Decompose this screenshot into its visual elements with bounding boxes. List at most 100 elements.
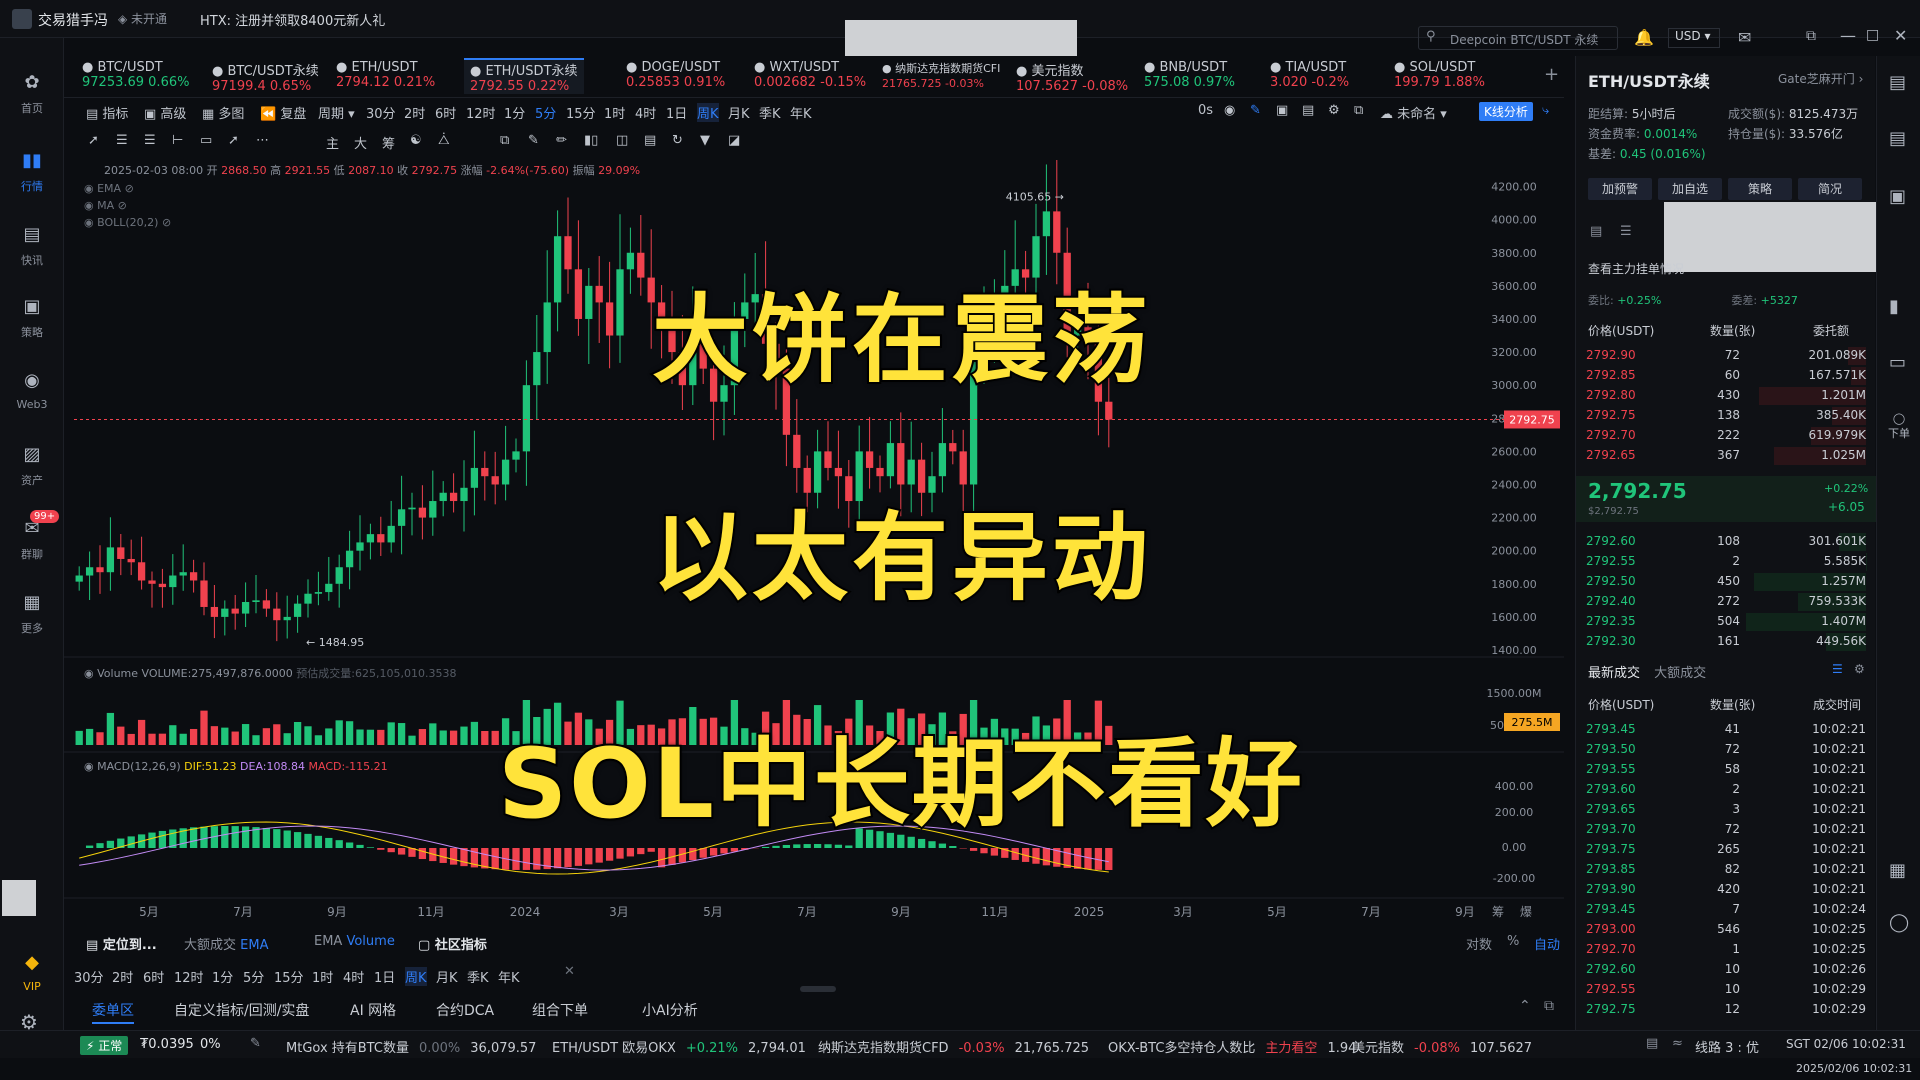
action-button-1[interactable]: 加自选 bbox=[1658, 178, 1722, 200]
nav-strategy[interactable]: ▣ 策略 bbox=[0, 294, 64, 340]
period-tab-12[interactable]: 季K bbox=[759, 103, 781, 122]
calculator-icon[interactable]: ▦ bbox=[1889, 860, 1906, 881]
account-status[interactable]: ◈ 未开通 bbox=[118, 10, 167, 27]
footer-period-tab-4[interactable]: 1分 bbox=[212, 967, 233, 986]
period-tab-4[interactable]: 1分 bbox=[504, 103, 525, 122]
action-button-0[interactable]: 加预警 bbox=[1588, 178, 1652, 200]
footer-period-tab-1[interactable]: 2时 bbox=[112, 967, 133, 986]
ask-row[interactable]: 2792.85 60 167.571K bbox=[1586, 366, 1866, 386]
depth-icon[interactable]: ▮ bbox=[1889, 296, 1899, 317]
doc-icon[interactable]: ▤ bbox=[1889, 128, 1906, 149]
ticker-10[interactable]: ● SOL/USDT 199.79 1.88% bbox=[1394, 60, 1485, 90]
bid-row[interactable]: 2792.55 2 5.585K bbox=[1586, 552, 1866, 572]
bid-row[interactable]: 2792.30 161 449.56K bbox=[1586, 632, 1866, 652]
pen-icon[interactable]: ✎ bbox=[1250, 103, 1261, 118]
period-tab-3[interactable]: 12时 bbox=[466, 103, 496, 122]
brush-icon[interactable]: ✏ bbox=[556, 133, 567, 148]
footer-period-tab-9[interactable]: 1日 bbox=[374, 967, 395, 986]
locate-button[interactable]: ▤ 定位到... bbox=[86, 934, 157, 953]
panel-toggle-icon[interactable]: ▤ bbox=[1889, 72, 1906, 93]
maximize-icon[interactable]: □ bbox=[1866, 27, 1879, 43]
close-periods-icon[interactable]: ✕ bbox=[564, 964, 575, 979]
currency-select[interactable]: USD ▾ bbox=[1668, 28, 1720, 48]
channel-tool-icon[interactable]: ☰ bbox=[144, 133, 156, 148]
screen-icon[interactable]: ▭ bbox=[1889, 352, 1906, 373]
ema-toggle[interactable]: EMA Volume bbox=[314, 934, 395, 949]
footer-period-tab-12[interactable]: 季K bbox=[467, 967, 489, 986]
nav-home[interactable]: ✿ 首页 bbox=[0, 70, 64, 116]
lock-icon[interactable]: ◫ bbox=[616, 133, 628, 148]
footer-period-tab-0[interactable]: 30分 bbox=[74, 967, 104, 986]
layout-name-dropdown[interactable]: ☁ 未命名 ▾ bbox=[1380, 103, 1447, 122]
nav-vip[interactable]: ◆ VIP bbox=[0, 950, 64, 993]
trades-filter-icon[interactable]: ☰ bbox=[1832, 662, 1843, 676]
bottom-ticker-4[interactable]: 美元指数 -0.08% 107.5627 bbox=[1352, 1037, 1532, 1056]
exchange-link[interactable]: Gate芝麻开门 › bbox=[1778, 70, 1863, 87]
big-trades-toggle[interactable]: 大额成交 EMA bbox=[184, 934, 268, 953]
line-tool-icon[interactable]: ➚ bbox=[88, 133, 99, 148]
fib-tool-icon[interactable]: ➚ bbox=[228, 133, 239, 148]
ticker-8[interactable]: ● BNB/USDT 575.08 0.97% bbox=[1144, 60, 1235, 90]
ticker-6[interactable]: ● 纳斯达克指数期货CFI 21765.725 -0.03% bbox=[882, 60, 1000, 91]
nav-news[interactable]: ▤ 快讯 bbox=[0, 222, 64, 268]
search-input[interactable]: Deepcoin BTC/USDT 永续 bbox=[1450, 31, 1598, 48]
hline-tool-icon[interactable]: ☰ bbox=[116, 133, 128, 148]
bottom-ticker-1[interactable]: ETH/USDT 欧易OKX +0.21% 2,794.01 bbox=[552, 1037, 806, 1056]
loop-icon[interactable]: ↻ bbox=[672, 133, 683, 148]
advanced-button[interactable]: ▣ 高级 bbox=[144, 103, 186, 122]
book-title[interactable]: 查看主力挂单情况 bbox=[1588, 260, 1684, 277]
footer-period-tab-6[interactable]: 15分 bbox=[274, 967, 304, 986]
main-tool[interactable]: 主 bbox=[326, 133, 339, 152]
collapse-up-icon[interactable]: ⌃ bbox=[1519, 998, 1531, 1014]
gear-icon[interactable]: ⚙ bbox=[1328, 103, 1340, 118]
promo-banner[interactable]: HTX: 注册并领取8400元新人礼 bbox=[200, 10, 385, 29]
ask-row[interactable]: 2792.90 72 201.089K bbox=[1586, 346, 1866, 366]
line-status[interactable]: 线路 3 : 优 bbox=[1695, 1037, 1759, 1056]
filter-icon[interactable]: ▼ bbox=[700, 133, 710, 148]
bottom-ticker-0[interactable]: MtGox 持有BTC数量 0.00% 36,079.57 bbox=[286, 1037, 536, 1056]
period-tab-6[interactable]: 15分 bbox=[566, 103, 596, 122]
action-button-2[interactable]: 策略 bbox=[1728, 178, 1792, 200]
trades-tab-big[interactable]: 大额成交 bbox=[1654, 666, 1706, 681]
period-tab-0[interactable]: 30分 bbox=[366, 103, 396, 122]
more-tools-icon[interactable]: ⋯ bbox=[256, 133, 269, 148]
bell-icon[interactable]: 🔔 bbox=[1634, 28, 1654, 47]
replay-button[interactable]: ⏪ 复盘 bbox=[260, 103, 306, 122]
indicator-button[interactable]: ▤ 指标 bbox=[86, 103, 128, 122]
percent-toggle[interactable]: % bbox=[1507, 934, 1519, 949]
bid-row[interactable]: 2792.35 504 1.407M bbox=[1586, 612, 1866, 632]
bid-row[interactable]: 2792.40 272 759.533K bbox=[1586, 592, 1866, 612]
camera-icon[interactable]: ◉ bbox=[1224, 103, 1235, 118]
kline-analysis-button[interactable]: K线分析 bbox=[1479, 102, 1533, 121]
ticker-5[interactable]: ● WXT/USDT 0.002682 -0.15% bbox=[754, 60, 866, 90]
edit-icon[interactable]: ✎ bbox=[250, 1036, 261, 1051]
close-icon[interactable]: ✕ bbox=[1894, 26, 1907, 45]
panel-tab-4[interactable]: 组合下单 bbox=[532, 1000, 588, 1020]
candle-tool-icon[interactable]: ▮▯ bbox=[584, 133, 598, 148]
chip-tool[interactable]: 筹 bbox=[382, 133, 395, 152]
axis-extra-label[interactable]: 爆 bbox=[1520, 905, 1532, 919]
footer-period-tab-13[interactable]: 年K bbox=[498, 967, 520, 986]
ticker-4[interactable]: ● DOGE/USDT 0.25853 0.91% bbox=[626, 60, 725, 90]
trash-icon[interactable]: ◪ bbox=[728, 133, 740, 148]
panel-tab-3[interactable]: 合约DCA bbox=[436, 1000, 494, 1020]
period-tab-13[interactable]: 年K bbox=[790, 103, 812, 122]
help-icon[interactable]: ▤ bbox=[1646, 1036, 1658, 1051]
window-icon[interactable]: ▣ bbox=[1276, 103, 1288, 118]
nav-more[interactable]: ▦ 更多 bbox=[0, 590, 64, 636]
ticker-2[interactable]: ● ETH/USDT 2794.12 0.21% bbox=[336, 60, 435, 90]
nav-market[interactable]: ▮▮ 行情 bbox=[0, 148, 64, 194]
ask-row[interactable]: 2792.75 138 385.40K bbox=[1586, 406, 1866, 426]
ticker-9[interactable]: ● TIA/USDT 3.020 -0.2% bbox=[1270, 60, 1349, 90]
panel-collapse-handle[interactable] bbox=[800, 986, 836, 992]
ruler-icon[interactable]: ⧊ bbox=[438, 133, 450, 148]
rect-tool-icon[interactable]: ▭ bbox=[200, 133, 212, 148]
ask-row[interactable]: 2792.65 367 1.025M bbox=[1586, 446, 1866, 466]
note-icon[interactable]: ▤ bbox=[644, 133, 656, 148]
ask-row[interactable]: 2792.70 222 619.979K bbox=[1586, 426, 1866, 446]
axis-extra-label[interactable]: 筹 bbox=[1492, 905, 1504, 919]
trades-tab-latest[interactable]: 最新成交 bbox=[1588, 666, 1640, 681]
expand-panel-icon[interactable]: ⧉ bbox=[1544, 998, 1554, 1014]
period-tab-9[interactable]: 1日 bbox=[666, 103, 687, 122]
footer-period-tab-3[interactable]: 12时 bbox=[174, 967, 204, 986]
